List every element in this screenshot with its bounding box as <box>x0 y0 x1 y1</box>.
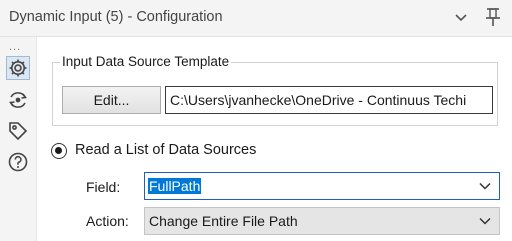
action-select-value: Change Entire File Path <box>149 213 298 229</box>
overflow-dots[interactable]: ... <box>9 41 21 53</box>
read-list-radio[interactable] <box>51 143 67 159</box>
chevron-down-icon <box>479 217 491 225</box>
edit-button[interactable]: Edit... <box>62 86 161 114</box>
annotation-tab[interactable] <box>6 119 30 143</box>
template-path-field[interactable]: C:\Users\jvanhecke\OneDrive - Continuus … <box>165 86 493 114</box>
gear-icon <box>9 59 27 77</box>
tag-icon <box>9 122 28 141</box>
connection-icon <box>9 92 27 108</box>
configuration-tab[interactable] <box>6 56 30 80</box>
help-tab[interactable] <box>6 150 30 174</box>
action-select[interactable]: Change Entire File Path <box>144 207 500 235</box>
chevron-down-icon[interactable] <box>453 9 469 25</box>
field-select[interactable]: FullPath <box>144 172 500 200</box>
window-title: Dynamic Input (5) - Configuration <box>9 9 223 25</box>
chevron-down-icon <box>479 182 491 190</box>
template-group-title: Input Data Source Template <box>60 54 232 69</box>
help-icon <box>8 152 28 172</box>
action-label: Action: <box>86 213 129 229</box>
connections-tab[interactable] <box>6 88 30 112</box>
field-select-value: FullPath <box>148 178 202 194</box>
read-list-label: Read a List of Data Sources <box>75 142 257 158</box>
pin-icon[interactable] <box>484 7 502 27</box>
field-label: Field: <box>86 179 121 195</box>
